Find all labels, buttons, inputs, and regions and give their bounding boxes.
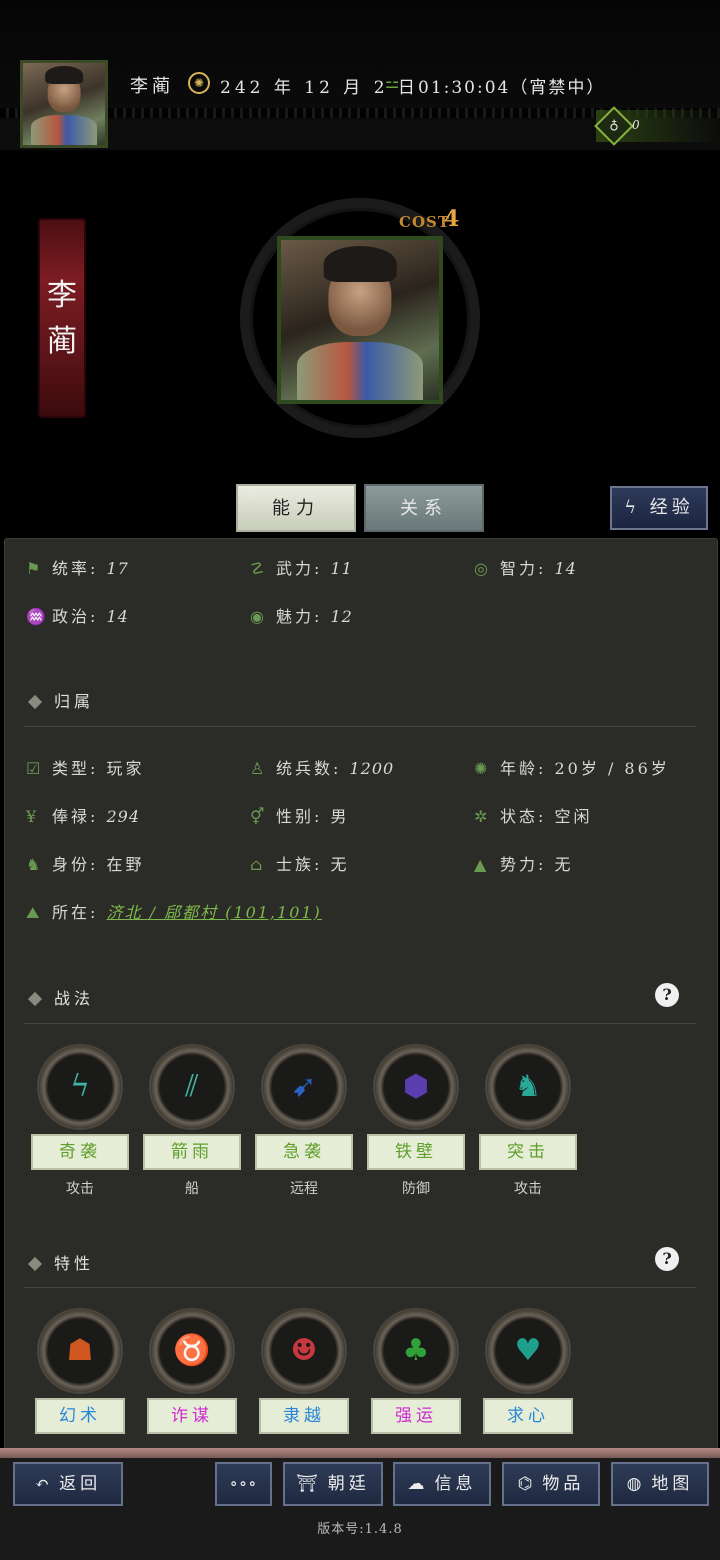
player-avatar[interactable] — [20, 60, 108, 148]
game-time: 01:30:04（宵禁中） — [418, 78, 606, 98]
diamond-icon — [27, 991, 43, 1007]
back-button[interactable]: ↶ 返回 — [13, 1462, 123, 1506]
info-faction: ▲ 势力: 无 — [474, 855, 574, 874]
player-name: 李蔺 — [130, 76, 174, 97]
terrain-icon: ⛰ — [26, 903, 43, 922]
section-tactics: 战法 — [27, 985, 94, 1009]
calendar-icon: ✺ — [188, 72, 210, 94]
trait-item[interactable]: ♣ 强运 — [366, 1310, 466, 1434]
divider — [24, 726, 696, 727]
divider — [24, 1287, 696, 1288]
tactic-item[interactable]: ♞ 突击 攻击 — [478, 1046, 578, 1198]
map-button[interactable]: ◍ 地图 — [611, 1462, 709, 1506]
trait-item[interactable]: ♥ 求心 — [478, 1310, 578, 1434]
chess-piece-icon: ♞ — [26, 855, 44, 874]
diamond-icon — [27, 694, 43, 710]
hat-icon: ⌂ — [250, 855, 266, 874]
globe-icon: ◍ — [626, 1474, 646, 1494]
demon-face-icon: ☻ — [263, 1310, 345, 1392]
divider — [24, 1023, 696, 1024]
charging-soldier-icon: ♞ — [487, 1046, 569, 1128]
stat-politics: ♒ 政治: 14 — [26, 607, 129, 626]
coin-icon: ¥ — [26, 807, 40, 826]
info-type: ☑ 类型: 玩家 — [26, 759, 145, 778]
info-age: ✺ 年龄: 20岁 / 86岁 — [474, 759, 670, 778]
shield-hex-icon: ⬢ — [375, 1046, 457, 1128]
tactic-item[interactable]: ⬢ 铁壁 防御 — [366, 1046, 466, 1198]
tactic-item[interactable]: ϟ 奇袭 攻击 — [30, 1046, 130, 1198]
stat-command: ⚑ 统率: 17 — [26, 559, 129, 578]
diamond-icon — [27, 1256, 43, 1272]
info-button[interactable]: ☁ 信息 — [393, 1462, 491, 1506]
calendar-check-icon: ☑ — [26, 759, 44, 778]
items-button[interactable]: ⌬ 物品 — [502, 1462, 600, 1506]
info-status: ✲ 状态: 空闲 — [474, 807, 593, 826]
fox-mask-icon: ♉ — [151, 1310, 233, 1392]
clover-pattern-icon: ♣ — [375, 1310, 457, 1392]
brain-icon: ◎ — [474, 559, 491, 578]
currency-value: 0 — [632, 118, 640, 132]
tab-ability[interactable]: 能力 — [236, 484, 356, 532]
stat-intellect: ◎ 智力: 14 — [474, 559, 577, 578]
arm-icon: ☡ — [250, 559, 268, 578]
trait-item[interactable]: ☗ 幻术 — [30, 1310, 130, 1434]
experience-button[interactable]: ϟ 经验 — [610, 486, 708, 530]
arrow-rain-icon: ⫽ — [151, 1046, 233, 1128]
claw-slash-icon: ϟ — [39, 1046, 121, 1128]
heart-spade-icon: ♥ — [487, 1310, 569, 1392]
court-button[interactable]: ⛩ 朝廷 — [283, 1462, 383, 1506]
trait-item[interactable]: ☻ 隶越 — [254, 1310, 354, 1434]
hero-name-char-1: 李 — [47, 278, 77, 313]
cost-label: COST — [399, 213, 450, 231]
scroll-icon: ♒ — [26, 607, 49, 626]
trait-item[interactable]: ♉ 诈谋 — [142, 1310, 242, 1434]
chat-bubble-icon: ☁ — [407, 1474, 429, 1494]
gender-icon: ⚥ — [250, 807, 268, 826]
soldier-icon: ♙ — [250, 759, 268, 778]
info-identity: ♞ 身份: 在野 — [26, 855, 145, 874]
section-traits: 特性 — [27, 1250, 94, 1274]
info-location: ⛰ 所在: 济北 / 郈都村 (101,101) — [26, 903, 322, 922]
bow-arrow-icon: ➹ — [263, 1046, 345, 1128]
lightning-icon: ϟ — [624, 497, 650, 518]
tactic-item[interactable]: ⫽ 箭雨 船 — [142, 1046, 242, 1198]
currency-display[interactable]: ♁ 0 — [594, 106, 720, 146]
age-icon: ✺ — [474, 759, 491, 778]
hero-name-char-2: 蔺 — [47, 324, 77, 359]
info-clan: ⌂ 士族: 无 — [250, 855, 350, 874]
clock-icon: ⚍ — [385, 73, 400, 92]
experience-label: 经验 — [649, 497, 694, 518]
info-troops: ♙ 统兵数: 1200 — [250, 759, 395, 778]
tactics-help-icon[interactable]: ? — [655, 983, 679, 1007]
version-text: 版本号:1.4.8 — [317, 1522, 403, 1537]
palace-icon: ⛩ — [296, 1474, 322, 1494]
mountain-icon: ▲ — [474, 855, 490, 874]
flag-icon: ⚑ — [26, 559, 44, 578]
hooded-mage-icon: ☗ — [39, 1310, 121, 1392]
info-gender: ⚥ 性别: 男 — [250, 807, 350, 826]
cost-value: 4 — [444, 206, 460, 232]
section-belong: 归属 — [27, 688, 94, 712]
info-salary: ¥ 俸禄: 294 — [26, 807, 141, 826]
tab-relation[interactable]: 关系 — [364, 484, 484, 532]
status-icon: ✲ — [474, 807, 491, 826]
traits-help-icon[interactable]: ? — [655, 1247, 679, 1271]
tactic-item[interactable]: ➹ 急袭 远程 — [254, 1046, 354, 1198]
stat-charm: ◉ 魅力: 12 — [250, 607, 353, 626]
hero-portrait — [277, 236, 443, 404]
back-arrow-icon: ↶ — [34, 1474, 54, 1494]
eye-icon: ◉ — [250, 607, 267, 626]
location-link[interactable]: 济北 / 郈都村 (101,101) — [107, 903, 322, 922]
stat-force: ☡ 武力: 11 — [250, 559, 353, 578]
more-button[interactable]: ∘∘∘ — [215, 1462, 272, 1506]
chest-icon: ⌬ — [517, 1474, 537, 1494]
hero-name-banner: 李 蔺 — [38, 218, 86, 418]
money-bag-icon: ♁ — [594, 106, 634, 146]
